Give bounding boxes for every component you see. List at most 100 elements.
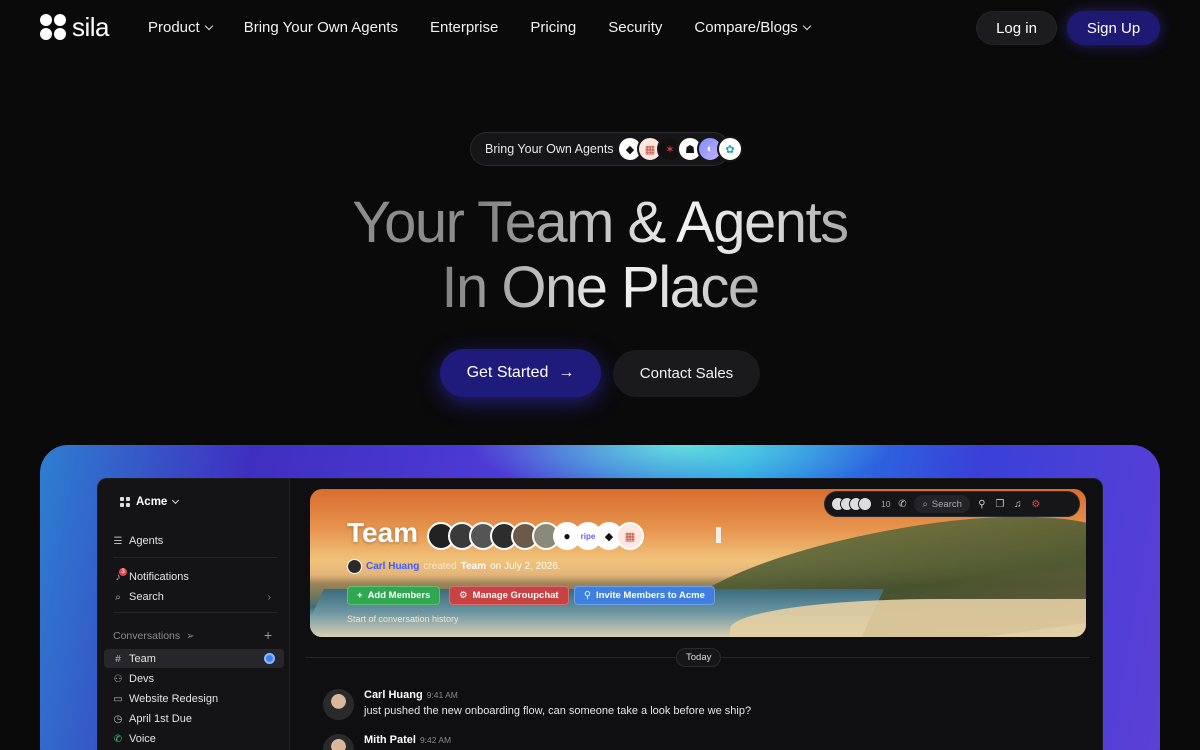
workspace-switcher[interactable]: Acme [120, 496, 180, 508]
nav-security-label: Security [608, 19, 663, 36]
chevron-down-icon [204, 21, 213, 30]
avatar[interactable] [323, 689, 354, 720]
headline-your: Your [352, 190, 478, 255]
send-icon[interactable]: ➢ [186, 631, 194, 642]
message-time: 9:41 AM [426, 690, 458, 700]
message-text: just pushed the new onboarding flow, can… [364, 705, 752, 717]
add-members-button[interactable]: + Add Members [347, 586, 441, 605]
channel-april-label: April 1st Due [129, 713, 192, 725]
get-started-button[interactable]: Get Started → [440, 349, 601, 397]
sidebar-item-agents[interactable]: ☰ Agents [113, 535, 164, 547]
headline-team-agents: Team & Agents [477, 190, 849, 255]
invite-members-button[interactable]: ⚲ Invite Members to Acme [574, 586, 715, 605]
app-window: Acme ☰ Agents ♪ 3 Notifications ⌕ Search … [97, 478, 1103, 750]
invite-members-label: Invite Members to Acme [595, 590, 705, 601]
creator-name[interactable]: Carl Huang [366, 561, 419, 572]
member-count: 10 [881, 499, 891, 509]
day-label: Today [676, 648, 722, 667]
agents-list-icon: ☰ [113, 535, 123, 547]
channel-devs-label: Devs [129, 673, 155, 685]
created-channel-name: Team [460, 561, 487, 572]
sidebar-divider [113, 612, 277, 613]
sidebar-item-website-redesign[interactable]: ▭ Website Redesign [113, 693, 218, 705]
search-icon: ⌕ [115, 591, 121, 603]
sidebar-item-team[interactable]: # Team [113, 653, 156, 665]
nav-compare-label: Compare/Blogs [694, 19, 798, 36]
contact-sales-button[interactable]: Contact Sales [613, 350, 760, 397]
signup-button[interactable]: Sign Up [1067, 11, 1160, 45]
sidebar-item-devs[interactable]: ⚇ Devs [113, 673, 155, 685]
channel-toolbar: 10 ✆ ⌕ Search ⚲ ❐ ♫ ⚙ [824, 491, 1080, 517]
headline-one-place: In One Place [441, 255, 760, 320]
settings-icon: ⚙ [459, 590, 468, 601]
copy-icon[interactable]: ❐ [994, 499, 1006, 510]
lighthouse-art [716, 527, 721, 543]
created-date: on July 2, 2026. [490, 561, 561, 572]
logo-text: sila [72, 12, 110, 42]
author-name: Carl Huang [364, 689, 423, 701]
nav-security[interactable]: Security [608, 19, 662, 36]
nav-product-label: Product [148, 19, 200, 36]
hero-headline-line1: Your Team & Agents [0, 191, 1200, 255]
robot-icon: ▦ [616, 522, 644, 550]
app-sidebar: Acme ☰ Agents ♪ 3 Notifications ⌕ Search … [98, 479, 290, 750]
created-text: created [423, 561, 457, 572]
nav-compare-blogs[interactable]: Compare/Blogs [694, 19, 812, 36]
sidebar-item-voice[interactable]: ✆ Voice [113, 733, 156, 745]
toolbar-member-avatars[interactable] [831, 497, 872, 511]
avatar[interactable] [323, 734, 354, 750]
message-author[interactable]: Carl Huang 9:41 AM [364, 689, 458, 701]
sidebar-notifications-label: Notifications [129, 571, 189, 583]
manage-groupchat-button[interactable]: ⚙ Manage Groupchat [449, 586, 569, 605]
unread-indicator-icon [264, 653, 275, 664]
member-avatar [858, 497, 872, 511]
nav-links: Product Bring Your Own Agents Enterprise… [148, 19, 812, 36]
folder-icon: ▭ [113, 693, 123, 705]
nav-byoa[interactable]: Bring Your Own Agents [244, 19, 398, 36]
conversations-section-header: Conversations ➢ [113, 630, 195, 642]
clock-icon: ◷ [113, 713, 123, 725]
user-plus-icon: ⚲ [584, 590, 591, 601]
chevron-right-icon: › [267, 591, 271, 603]
gear-icon[interactable]: ⚙ [1030, 499, 1042, 510]
member-avatars[interactable]: ● ripe ◆ ▦ [427, 522, 644, 550]
nav-enterprise-label: Enterprise [429, 19, 499, 36]
channel-voice-label: Voice [129, 733, 156, 745]
pin-icon[interactable]: ⚲ [976, 499, 988, 510]
sidebar-item-april-due[interactable]: ◷ April 1st Due [113, 713, 192, 725]
add-conversation-icon[interactable]: + [264, 627, 272, 643]
message-time: 9:42 AM [419, 735, 452, 745]
sidebar-item-notifications[interactable]: ♪ 3 Notifications [113, 568, 189, 583]
nav-byoa-label: Bring Your Own Agents [243, 19, 398, 36]
byoa-pill[interactable]: Bring Your Own Agents ◆ ▦ ✶ ☗ ◐ ✿ [470, 132, 743, 166]
chevron-down-icon [172, 496, 180, 504]
phone-icon[interactable]: ✆ [896, 499, 908, 510]
sidebar-item-search[interactable]: ⌕ Search › [113, 591, 277, 603]
channel-created-info: Carl Huang created Team on July 2, 2026. [347, 559, 561, 574]
bell-icon[interactable]: ♫ [1012, 499, 1024, 510]
sila-logo[interactable]: sila [40, 12, 110, 42]
creator-avatar [347, 559, 362, 574]
toolbar-search[interactable]: ⌕ Search [914, 495, 970, 513]
channel-team-label: Team [129, 653, 156, 665]
hero-headline-line2: In One Place [0, 256, 1200, 320]
phone-icon: ✆ [113, 733, 123, 745]
add-members-label: Add Members [367, 590, 431, 601]
manage-groupchat-label: Manage Groupchat [472, 590, 559, 601]
top-nav: sila Product Bring Your Own Agents Enter… [0, 0, 1200, 56]
sidebar-search-label: Search [129, 591, 164, 603]
nav-enterprise[interactable]: Enterprise [430, 19, 498, 36]
sidebar-divider [113, 557, 277, 558]
channel-title: Team [347, 517, 419, 548]
login-button[interactable]: Log in [976, 11, 1057, 45]
message-author[interactable]: Mith Patel 9:42 AM [364, 734, 451, 746]
nav-pricing[interactable]: Pricing [530, 19, 576, 36]
workspace-name: Acme [136, 496, 168, 508]
pill-agent-icons: ◆ ▦ ✶ ☗ ◐ ✿ [617, 136, 743, 162]
nav-product[interactable]: Product [148, 19, 213, 36]
flower-icon: ✿ [717, 136, 743, 162]
channel-banner: Team ● ripe ◆ ▦ Carl Huang created Team … [310, 489, 1086, 637]
bell-icon: ♪ 3 [113, 568, 127, 583]
search-icon: ⌕ [922, 498, 928, 510]
author-name: Mith Patel [364, 734, 416, 746]
